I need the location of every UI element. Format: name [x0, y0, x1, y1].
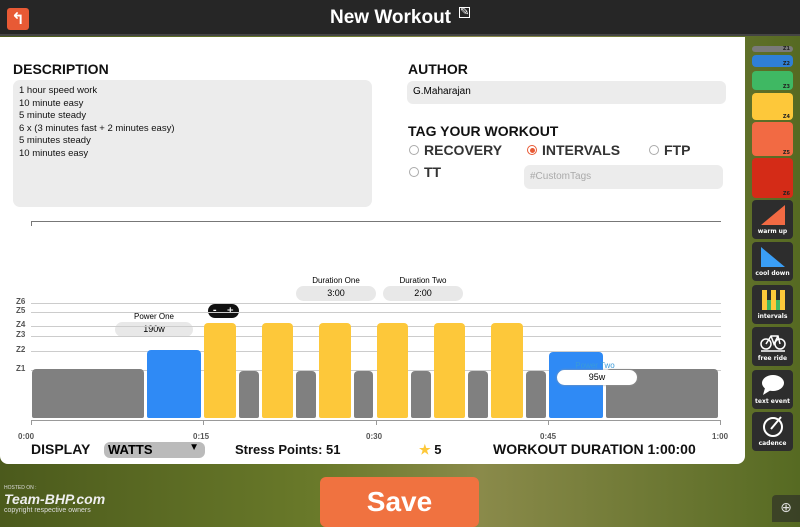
interval-stepper[interactable]: - +	[208, 304, 239, 318]
zoom-in-icon[interactable]: ⊕	[772, 495, 800, 522]
stress-points: Stress Points: 51	[235, 442, 341, 457]
workout-segment-bar[interactable]	[491, 322, 523, 418]
zone-line-z6	[31, 303, 721, 304]
duration-two-label: Duration Two	[399, 276, 447, 285]
workout-duration: WORKOUT DURATION 1:00:00	[493, 441, 696, 457]
zone-label: Z5	[16, 306, 26, 315]
watermark-brand: Team-BHP.com	[4, 491, 106, 507]
zone-z4-button[interactable]: Z4	[752, 93, 793, 120]
save-button[interactable]: Save	[320, 477, 479, 527]
chart-top-rule	[31, 221, 721, 222]
workout-segment-bar[interactable]	[410, 370, 431, 418]
power-one-value[interactable]: 190w	[115, 322, 193, 337]
zone-label: Z3	[782, 84, 790, 90]
x-tick: 0:00	[18, 432, 35, 441]
zone-label: Z4	[782, 114, 790, 120]
zone-label: Z2	[782, 61, 790, 67]
cool-down-button[interactable]: cool down	[752, 242, 793, 281]
x-tick: 0:30	[366, 432, 383, 441]
tool-label: text event	[755, 398, 790, 405]
decrease-button[interactable]: -	[213, 304, 217, 318]
workout-segment-bar[interactable]	[433, 322, 466, 418]
workout-segment-bar[interactable]	[468, 370, 489, 418]
text-event-button[interactable]: text event	[752, 370, 793, 409]
warm-up-icon	[760, 205, 785, 225]
workout-segment-bar[interactable]	[238, 370, 259, 418]
zone-label: Z6	[16, 297, 26, 306]
zone-label: Z5	[782, 150, 790, 156]
duration-one-value[interactable]: 3:00	[296, 286, 376, 301]
display-unit-value: WATTS	[108, 442, 153, 457]
zone-label: Z6	[782, 191, 790, 197]
intervals-button[interactable]: intervals	[752, 285, 793, 324]
tool-label: cadence	[758, 440, 787, 447]
zone-label: Z2	[16, 345, 26, 354]
x-tick-mark	[547, 420, 549, 425]
chart-top-rule-tick	[31, 221, 32, 226]
x-tick: 1:00	[712, 432, 729, 441]
zone-label: Z3	[16, 330, 26, 339]
cadence-button[interactable]: cadence	[752, 412, 793, 451]
bicycle-icon	[759, 335, 786, 352]
zone-label: Z1	[16, 364, 26, 373]
zone-z3-button[interactable]: Z3	[752, 71, 793, 90]
tool-label: warm up	[757, 228, 788, 235]
zone-z5-button[interactable]: Z5	[752, 122, 793, 156]
power-one-label: Power One	[133, 312, 175, 321]
intervals-icon	[761, 290, 785, 310]
workout-segment-bar[interactable]	[525, 370, 546, 418]
zone-line-z5	[31, 312, 721, 313]
free-ride-button[interactable]: free ride	[752, 327, 793, 366]
zone-z6-button[interactable]: Z6	[752, 158, 793, 198]
x-tick-mark	[31, 420, 32, 425]
cool-down-icon	[760, 247, 785, 267]
workout-segment-bar[interactable]	[353, 370, 374, 418]
duration-two-value[interactable]: 2:00	[383, 286, 463, 301]
chevron-down-icon: ▼	[189, 442, 199, 453]
zone-label: Z1	[782, 46, 790, 52]
duration-one-label: Duration One	[312, 276, 360, 285]
tool-label: cool down	[755, 270, 790, 277]
zone-label: Z4	[16, 320, 26, 329]
x-tick-mark	[720, 420, 721, 425]
watermark-copyright: copyright respective owners	[4, 507, 91, 514]
display-unit-select[interactable]: WATTS ▼	[104, 442, 205, 458]
workout-segment-bar[interactable]	[146, 350, 202, 418]
tool-label: intervals	[757, 313, 788, 320]
workout-segment-bar[interactable]	[376, 322, 408, 418]
x-tick-mark	[375, 420, 377, 425]
workout-segment-bar[interactable]	[204, 322, 236, 418]
workout-segment-bar[interactable]	[32, 368, 144, 418]
x-tick-mark	[203, 420, 205, 425]
tool-label: free ride	[757, 355, 788, 362]
increase-button[interactable]: +	[227, 304, 235, 318]
power-two-value[interactable]: 95w	[557, 370, 637, 385]
workout-segment-bar[interactable]	[296, 370, 317, 418]
workout-segment-bar[interactable]	[261, 322, 294, 418]
star-icon: ★	[419, 442, 431, 457]
star-count: 5	[434, 442, 442, 457]
watermark-logo: HOSTED ON : Team-BHP.com copyright respe…	[4, 485, 105, 514]
x-tick: 0:15	[193, 432, 210, 441]
power-two-label: Power Two	[575, 361, 615, 370]
x-tick: 0:45	[540, 432, 557, 441]
workout-chart[interactable]: 0:00 0:15 0:30 0:45 1:00 Power One 190w …	[0, 0, 745, 464]
display-label: DISPLAY	[31, 441, 91, 457]
zone-z2-button[interactable]: Z2	[752, 55, 793, 67]
cadence-icon	[762, 416, 783, 437]
zone-z1-button[interactable]: Z1	[752, 46, 793, 52]
workout-segment-bar[interactable]	[319, 322, 351, 418]
speech-bubble-icon	[761, 375, 784, 395]
warm-up-button[interactable]: warm up	[752, 200, 793, 239]
